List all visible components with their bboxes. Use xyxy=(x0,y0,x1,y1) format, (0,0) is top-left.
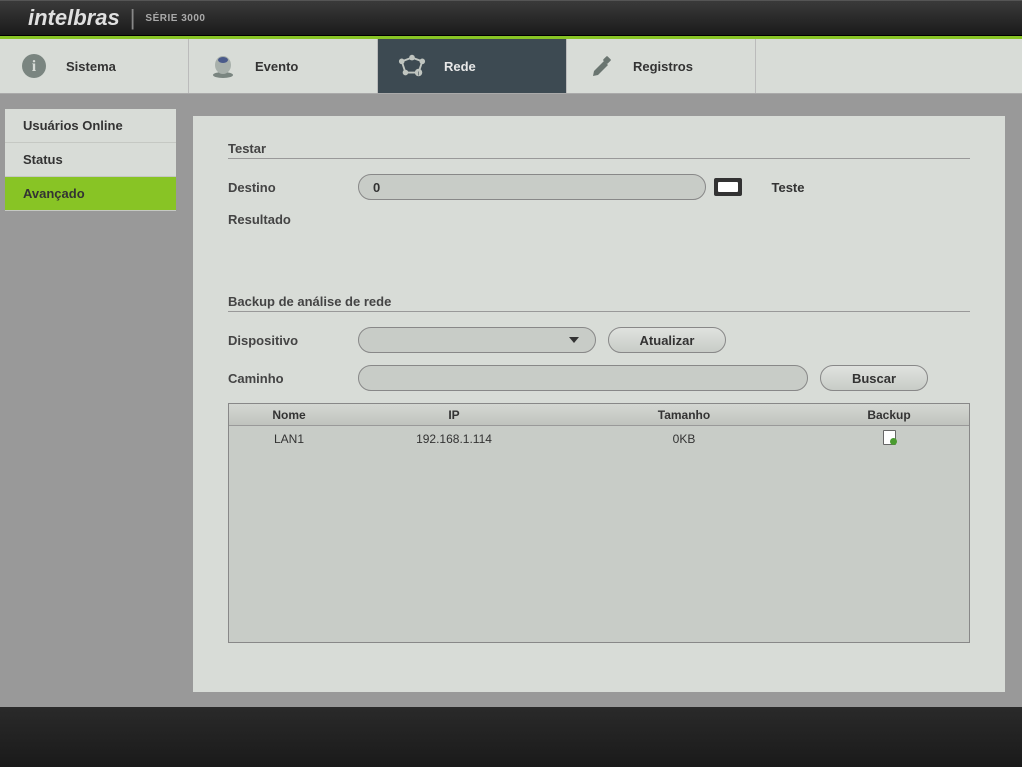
form-row-caminho: Caminho Buscar xyxy=(228,365,970,391)
nav-tab-rede[interactable]: i Rede xyxy=(378,39,567,93)
nav-tab-registros[interactable]: Registros xyxy=(567,39,756,93)
brand-logo: intelbras xyxy=(28,5,120,31)
form-row-dispositivo: Dispositivo Atualizar xyxy=(228,327,970,353)
chevron-down-icon xyxy=(569,337,579,343)
table-header: Nome IP Tamanho Backup xyxy=(229,404,969,426)
cell-tamanho: 0KB xyxy=(559,432,809,446)
backup-file-icon[interactable] xyxy=(883,430,896,445)
nav-label-evento: Evento xyxy=(255,59,298,74)
atualizar-button[interactable]: Atualizar xyxy=(608,327,726,353)
section-title-backup: Backup de análise de rede xyxy=(228,294,970,312)
sidebar-label-status: Status xyxy=(23,152,63,167)
network-icon: i xyxy=(398,52,426,80)
svg-text:i: i xyxy=(32,58,37,75)
col-header-tamanho: Tamanho xyxy=(559,408,809,422)
keyboard-icon[interactable] xyxy=(714,178,742,196)
nav-label-rede: Rede xyxy=(444,59,476,74)
col-header-ip: IP xyxy=(349,408,559,422)
sidebar-label-avancado: Avançado xyxy=(23,186,85,201)
sidebar-item-usuarios-online[interactable]: Usuários Online xyxy=(5,109,176,143)
nav-tab-evento[interactable]: Evento xyxy=(189,39,378,93)
col-header-backup: Backup xyxy=(809,408,969,422)
col-header-nome: Nome xyxy=(229,408,349,422)
caminho-input[interactable] xyxy=(358,365,808,391)
info-icon: i xyxy=(20,52,48,80)
cell-nome: LAN1 xyxy=(229,432,349,446)
cell-ip: 192.168.1.114 xyxy=(349,432,559,446)
content-area: Testar Destino Teste Resultado Backup de… xyxy=(176,94,1022,767)
header-bar: intelbras | SÉRIE 3000 xyxy=(0,0,1022,36)
network-table: Nome IP Tamanho Backup LAN1 192.168.1.11… xyxy=(228,403,970,643)
brand-separator: | xyxy=(130,5,136,31)
content-panel: Testar Destino Teste Resultado Backup de… xyxy=(193,116,1005,692)
series-label: SÉRIE 3000 xyxy=(145,13,205,24)
sidebar-item-avancado[interactable]: Avançado xyxy=(5,177,176,211)
main-area: Usuários Online Status Avançado Testar D… xyxy=(0,94,1022,767)
destino-input[interactable] xyxy=(358,174,706,200)
footer-bar xyxy=(0,707,1022,767)
dispositivo-select[interactable] xyxy=(358,327,596,353)
caminho-label: Caminho xyxy=(228,371,358,386)
section-title-testar: Testar xyxy=(228,141,970,159)
nav-bar: i Sistema Evento i Rede Registros xyxy=(0,39,1022,94)
form-row-resultado: Resultado xyxy=(228,212,970,227)
sidebar-item-status[interactable]: Status xyxy=(5,143,176,177)
form-row-destino: Destino Teste xyxy=(228,174,970,200)
cell-backup xyxy=(809,430,969,448)
resultado-label: Resultado xyxy=(228,212,358,227)
sidebar-label-usuarios: Usuários Online xyxy=(23,118,123,133)
sidebar: Usuários Online Status Avançado xyxy=(0,94,176,767)
dispositivo-label: Dispositivo xyxy=(228,333,358,348)
nav-label-registros: Registros xyxy=(633,59,693,74)
nav-tab-sistema[interactable]: i Sistema xyxy=(0,39,189,93)
nav-label-sistema: Sistema xyxy=(66,59,116,74)
teste-button[interactable]: Teste xyxy=(748,174,828,200)
spacer xyxy=(228,239,970,294)
buscar-button[interactable]: Buscar xyxy=(820,365,928,391)
table-row[interactable]: LAN1 192.168.1.114 0KB xyxy=(229,426,969,452)
registros-icon xyxy=(587,52,615,80)
event-icon xyxy=(209,52,237,80)
destino-label: Destino xyxy=(228,180,358,195)
